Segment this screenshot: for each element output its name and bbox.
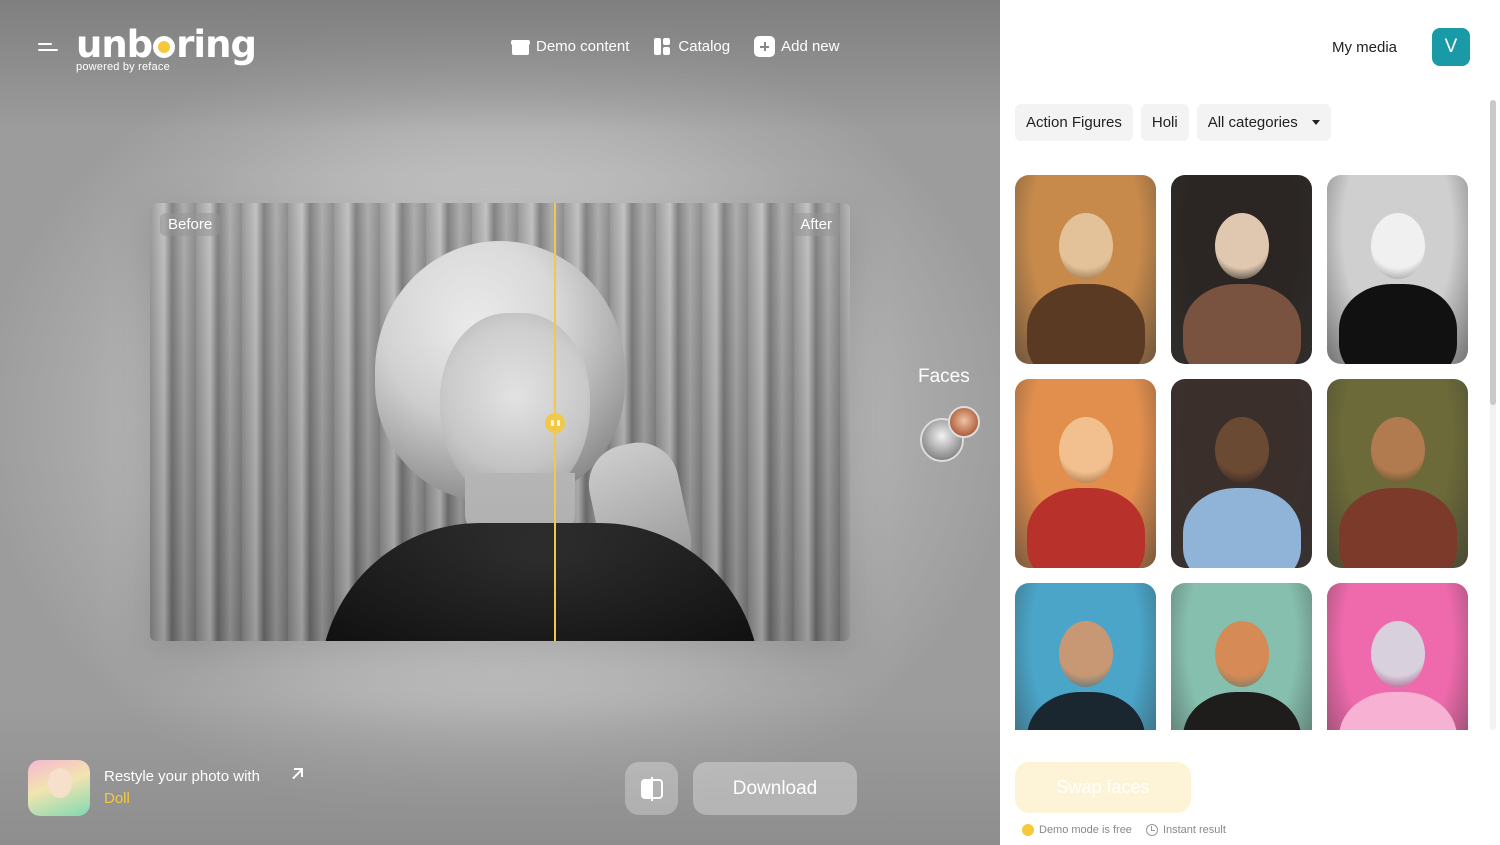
template-card-woman-in-saree[interactable] — [1171, 175, 1312, 364]
chip-action-figures[interactable]: Action Figures — [1015, 104, 1133, 141]
nav-add-new-label: Add new — [781, 38, 840, 55]
menu-icon[interactable] — [38, 40, 60, 56]
face-thumbnail[interactable] — [948, 406, 980, 438]
restyle-text: Restyle your photo with — [104, 768, 260, 785]
template-card-scholar-with-books[interactable] — [1015, 175, 1156, 364]
after-badge: After — [792, 213, 840, 236]
template-face — [1370, 213, 1425, 279]
clock-icon — [1145, 824, 1158, 836]
category-dropdown[interactable]: All categories — [1196, 104, 1331, 141]
logo-wordmark: unb ring — [76, 23, 257, 66]
template-grid-viewport — [1015, 175, 1475, 730]
restyle-promo[interactable]: Restyle your photo with Doll — [28, 760, 303, 816]
template-card-man-with-turban[interactable] — [1327, 379, 1468, 568]
catalog-icon — [653, 37, 672, 56]
chevron-down-icon — [1311, 120, 1320, 125]
download-button[interactable]: Download — [693, 762, 857, 815]
avatar[interactable]: V — [1432, 28, 1470, 66]
before-badge: Before — [160, 213, 221, 236]
template-figure — [1026, 488, 1145, 568]
note-instant-result: Instant result — [1145, 824, 1226, 836]
nav-demo-content-label: Demo content — [536, 38, 630, 55]
template-panel: My media V Action Figures Holi All categ… — [1000, 0, 1500, 845]
template-figure — [1026, 284, 1145, 364]
nav-add-new[interactable]: Add new — [754, 36, 839, 57]
scrollbar-thumb[interactable] — [1490, 100, 1496, 405]
template-card-holi-festival[interactable] — [1015, 379, 1156, 568]
swap-faces-button[interactable]: Swap faces — [1015, 762, 1191, 813]
nav-demo-content[interactable]: Demo content — [511, 36, 629, 57]
template-face — [1214, 621, 1269, 687]
template-face — [1214, 417, 1269, 483]
template-grid — [1015, 175, 1475, 730]
category-dropdown-label: All categories — [1207, 114, 1298, 131]
coin-icon — [1022, 824, 1034, 836]
restyle-style-link[interactable]: Doll — [104, 788, 260, 810]
split-view-icon — [640, 776, 663, 801]
gift-icon — [511, 37, 530, 56]
template-face — [1058, 213, 1113, 279]
category-chips: Action Figures Holi All categories — [1015, 104, 1331, 141]
nav-catalog-label: Catalog — [678, 38, 731, 55]
restyle-thumbnail — [28, 760, 90, 816]
external-arrow-icon — [290, 768, 303, 780]
brand-logo[interactable]: unb ring powered by reface — [76, 23, 257, 73]
plus-icon — [754, 36, 776, 57]
template-card-surfer[interactable] — [1015, 583, 1156, 730]
template-face — [1370, 621, 1425, 687]
template-card-flight-attendant[interactable] — [1171, 379, 1312, 568]
template-figure — [1182, 284, 1301, 364]
faces-heading: Faces — [918, 366, 970, 387]
template-face — [1058, 621, 1113, 687]
comparison-slider-handle[interactable] — [545, 413, 565, 433]
compare-toggle-button[interactable] — [625, 762, 678, 815]
nav-catalog[interactable]: Catalog — [653, 36, 730, 57]
template-figure — [1026, 692, 1145, 730]
template-figure — [1338, 284, 1457, 364]
detected-faces[interactable] — [920, 406, 982, 464]
template-figure — [1338, 488, 1457, 568]
footer-notes: Demo mode is free Instant result — [1022, 824, 1226, 836]
editor-stage: unb ring powered by reface Demo content C… — [0, 0, 1000, 845]
template-figure — [1182, 488, 1301, 568]
template-card-monroe-bw[interactable] — [1327, 175, 1468, 364]
my-media-link[interactable]: My media — [1332, 39, 1397, 56]
chip-holi[interactable]: Holi — [1140, 104, 1189, 141]
template-card-pink-robot[interactable] — [1327, 583, 1468, 730]
template-card-man-with-flowers[interactable] — [1171, 583, 1312, 730]
before-after-comparison[interactable]: Before After — [150, 203, 850, 641]
note-demo-free: Demo mode is free — [1022, 824, 1132, 836]
template-figure — [1338, 692, 1457, 730]
top-navigation: Demo content Catalog Add new — [511, 36, 839, 57]
template-figure — [1182, 692, 1301, 730]
template-face — [1370, 417, 1425, 483]
template-face — [1214, 213, 1269, 279]
template-face — [1058, 417, 1113, 483]
